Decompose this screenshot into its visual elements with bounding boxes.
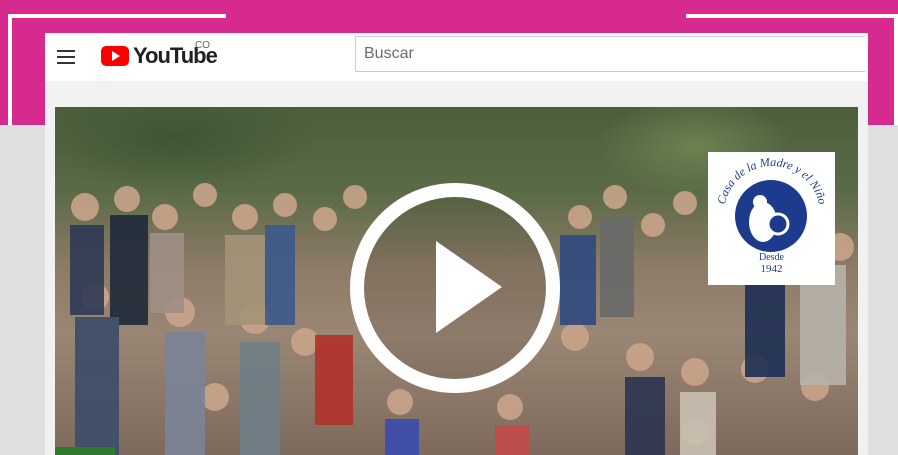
- search-input[interactable]: [355, 36, 865, 72]
- video-player[interactable]: Casa de la Madre y el Niño Desde 1942: [55, 107, 858, 455]
- organization-logo: Casa de la Madre y el Niño Desde 1942: [708, 152, 835, 285]
- organization-since-year: 1942: [760, 263, 783, 275]
- frame-line: [894, 14, 898, 125]
- youtube-header: YouTube CO: [45, 33, 868, 81]
- youtube-embed: YouTube CO Buscar Casa de la Madre y el …: [45, 33, 868, 455]
- play-icon[interactable]: [350, 183, 560, 393]
- country-code: CO: [195, 40, 210, 51]
- frame-line: [8, 14, 12, 125]
- hamburger-menu-icon[interactable]: [57, 47, 77, 65]
- organization-since-label: Desde: [759, 252, 784, 263]
- corner-badge: [55, 447, 115, 455]
- frame-line: [8, 14, 226, 18]
- frame-line: [686, 14, 898, 18]
- youtube-play-logo-icon: [101, 46, 129, 66]
